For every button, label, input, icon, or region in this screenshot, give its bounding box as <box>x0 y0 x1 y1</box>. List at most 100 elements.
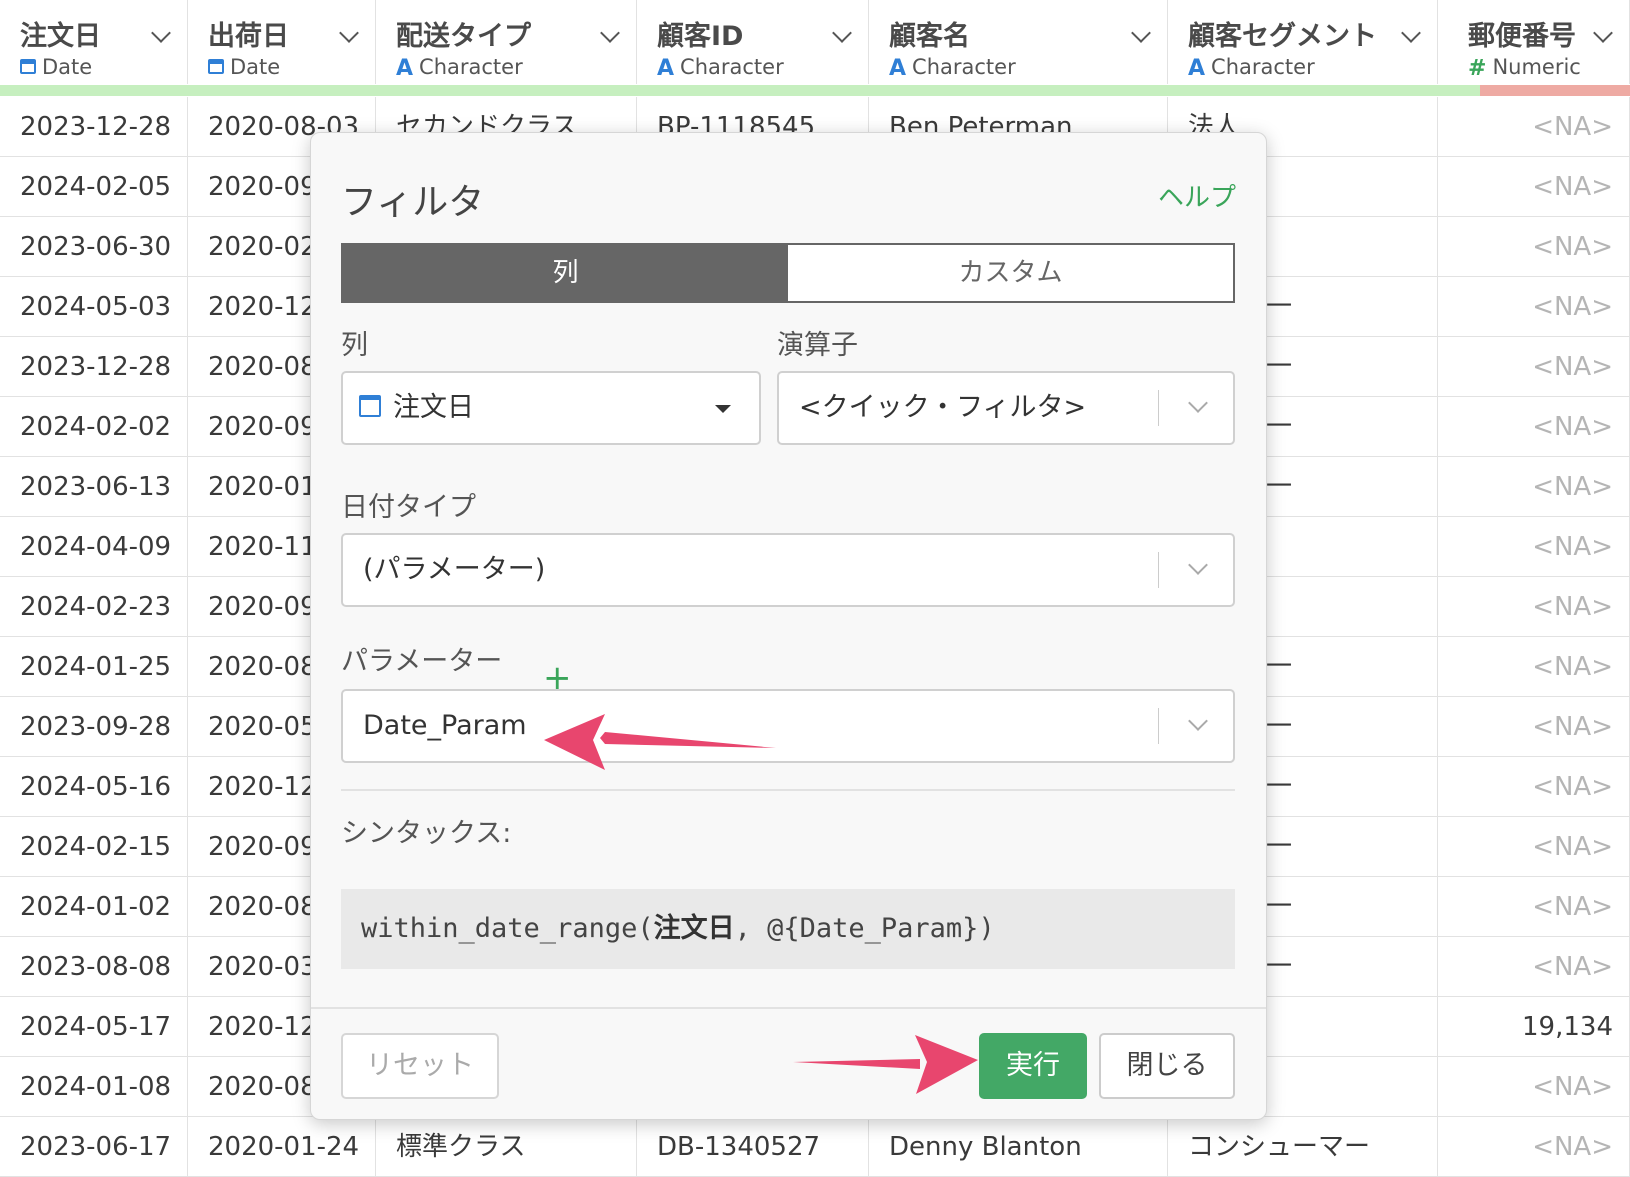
table-cell[interactable]: <NA> <box>1438 97 1630 157</box>
table-cell[interactable]: <NA> <box>1438 817 1630 877</box>
column-header[interactable]: 配送タイプ A Character <box>376 0 637 84</box>
chevron-down-icon[interactable] <box>1131 23 1151 43</box>
table-cell[interactable]: 2024-02-05 <box>0 157 188 217</box>
table-cell[interactable]: DB-1340527 <box>637 1117 869 1177</box>
table-cell[interactable]: <NA> <box>1438 157 1630 217</box>
chevron-down-icon[interactable] <box>832 23 852 43</box>
table-cell[interactable]: <NA> <box>1438 757 1630 817</box>
table-cell[interactable]: 2024-04-09 <box>0 517 188 577</box>
table-cell[interactable]: 2023-06-30 <box>0 217 188 277</box>
numeric-icon: # <box>1468 55 1487 81</box>
chevron-down-icon[interactable] <box>339 23 359 43</box>
chevron-down-icon[interactable] <box>1188 555 1208 575</box>
tab-custom[interactable]: カスタム <box>788 245 1233 301</box>
calendar-icon <box>359 394 381 417</box>
table-cell[interactable]: 標準クラス <box>376 1117 637 1177</box>
table-cell[interactable]: 2023-06-17 <box>0 1117 188 1177</box>
table-cell[interactable]: <NA> <box>1438 877 1630 937</box>
column-header[interactable]: 出荷日 Date <box>188 0 376 84</box>
parameter-label: パラメーター <box>341 646 503 677</box>
table-cell[interactable]: <NA> <box>1438 937 1630 997</box>
chevron-down-icon[interactable] <box>1188 393 1208 413</box>
column-type: A Character <box>1188 55 1315 81</box>
chevron-down-icon[interactable] <box>600 23 620 43</box>
column-type: A Character <box>889 55 1016 81</box>
table-cell[interactable]: <NA> <box>1438 397 1630 457</box>
select-separator <box>1158 552 1159 588</box>
table-cell[interactable]: <NA> <box>1438 337 1630 397</box>
run-button[interactable]: 実行 <box>979 1033 1087 1099</box>
table-cell[interactable]: 2024-01-25 <box>0 637 188 697</box>
filter-dialog: フィルタ ヘルプ 列 カスタム 列 演算子 注文日 <クイック・フィルタ> 日付… <box>310 132 1267 1120</box>
help-link[interactable]: ヘルプ <box>1158 177 1236 214</box>
table-cell[interactable]: 2023-12-28 <box>0 337 188 397</box>
column-header-name: 出荷日 <box>208 21 289 52</box>
table-cell[interactable]: 2023-12-28 <box>0 97 188 157</box>
reset-button[interactable]: リセット <box>341 1033 499 1099</box>
dialog-title: フィルタ <box>341 182 485 223</box>
column-header-name: 顧客ID <box>657 21 744 52</box>
chevron-down-icon[interactable] <box>1188 711 1208 731</box>
table-cell[interactable]: <NA> <box>1438 577 1630 637</box>
column-header-name: 顧客名 <box>889 21 970 52</box>
table-cell[interactable]: 2024-01-08 <box>0 1057 188 1117</box>
table-cell[interactable]: <NA> <box>1438 1057 1630 1117</box>
close-button[interactable]: 閉じる <box>1099 1033 1235 1099</box>
data-quality-bar <box>1480 85 1630 96</box>
table-cell[interactable]: 2023-08-08 <box>0 937 188 997</box>
syntax-label: シンタックス: <box>341 818 512 849</box>
chevron-down-icon[interactable] <box>1593 23 1613 43</box>
table-cell[interactable]: 2020-01-24 <box>188 1117 376 1177</box>
table-cell[interactable]: Denny Blanton <box>869 1117 1168 1177</box>
column-header[interactable]: 顧客ID A Character <box>637 0 869 84</box>
calendar-icon <box>208 58 224 74</box>
operator-select[interactable]: <クイック・フィルタ> <box>777 371 1235 445</box>
table-cell[interactable]: <NA> <box>1438 517 1630 577</box>
syntax-preview: within_date_range(注文日, @{Date_Param}) <box>341 889 1235 969</box>
column-type: A Character <box>657 55 784 81</box>
column-type-label: Character <box>419 55 523 79</box>
filter-mode-tabs: 列 カスタム <box>341 243 1235 303</box>
column-header[interactable]: 郵便番号 # Numeric <box>1438 0 1630 84</box>
table-cell[interactable]: <NA> <box>1438 1117 1630 1177</box>
operator-label: 演算子 <box>777 330 858 361</box>
column-header[interactable]: 注文日 Date <box>0 0 188 84</box>
dialog-footer: リセット 実行 閉じる <box>311 1007 1266 1121</box>
table-cell[interactable]: <NA> <box>1438 457 1630 517</box>
parameter-select[interactable]: Date_Param <box>341 689 1235 763</box>
table-cell[interactable]: 2024-02-15 <box>0 817 188 877</box>
column-header[interactable]: 顧客セグメント A Character <box>1168 0 1438 84</box>
table-cell[interactable]: 2024-02-23 <box>0 577 188 637</box>
parameter-select-value: Date_Param <box>363 710 527 741</box>
character-icon: A <box>1188 55 1206 81</box>
column-type-label: Date <box>230 55 281 79</box>
table-cell[interactable]: <NA> <box>1438 217 1630 277</box>
character-icon: A <box>396 55 414 81</box>
chevron-down-icon[interactable] <box>151 23 171 43</box>
column-header[interactable]: 顧客名 A Character <box>869 0 1168 84</box>
tab-column[interactable]: 列 <box>343 245 788 301</box>
column-header-name: 注文日 <box>20 21 101 52</box>
table-cell[interactable]: 2024-01-02 <box>0 877 188 937</box>
date-type-select[interactable]: (パラメーター) <box>341 533 1235 607</box>
character-icon: A <box>657 55 675 81</box>
table-cell[interactable]: 2024-02-02 <box>0 397 188 457</box>
table-cell[interactable]: <NA> <box>1438 277 1630 337</box>
table-cell[interactable]: 19,134 <box>1438 997 1630 1057</box>
column-select-value: 注文日 <box>393 392 474 423</box>
table-cell[interactable]: <NA> <box>1438 697 1630 757</box>
select-separator <box>1158 708 1159 744</box>
data-quality-bar <box>0 85 1480 96</box>
table-cell[interactable]: 2023-06-13 <box>0 457 188 517</box>
table-cell[interactable]: 2023-09-28 <box>0 697 188 757</box>
table-cell[interactable]: 2024-05-03 <box>0 277 188 337</box>
table-cell[interactable]: 2024-05-16 <box>0 757 188 817</box>
table-row[interactable]: 2023-06-17 2020-01-24 標準クラス DB-1340527 Denny… <box>0 1117 1630 1177</box>
column-type: Date <box>20 55 92 79</box>
table-cell[interactable]: コンシューマー <box>1168 1117 1438 1177</box>
table-cell[interactable]: <NA> <box>1438 637 1630 697</box>
column-select[interactable]: 注文日 <box>341 371 761 445</box>
chevron-down-icon[interactable] <box>1401 23 1421 43</box>
date-type-select-value: (パラメーター) <box>363 554 546 585</box>
table-cell[interactable]: 2024-05-17 <box>0 997 188 1057</box>
